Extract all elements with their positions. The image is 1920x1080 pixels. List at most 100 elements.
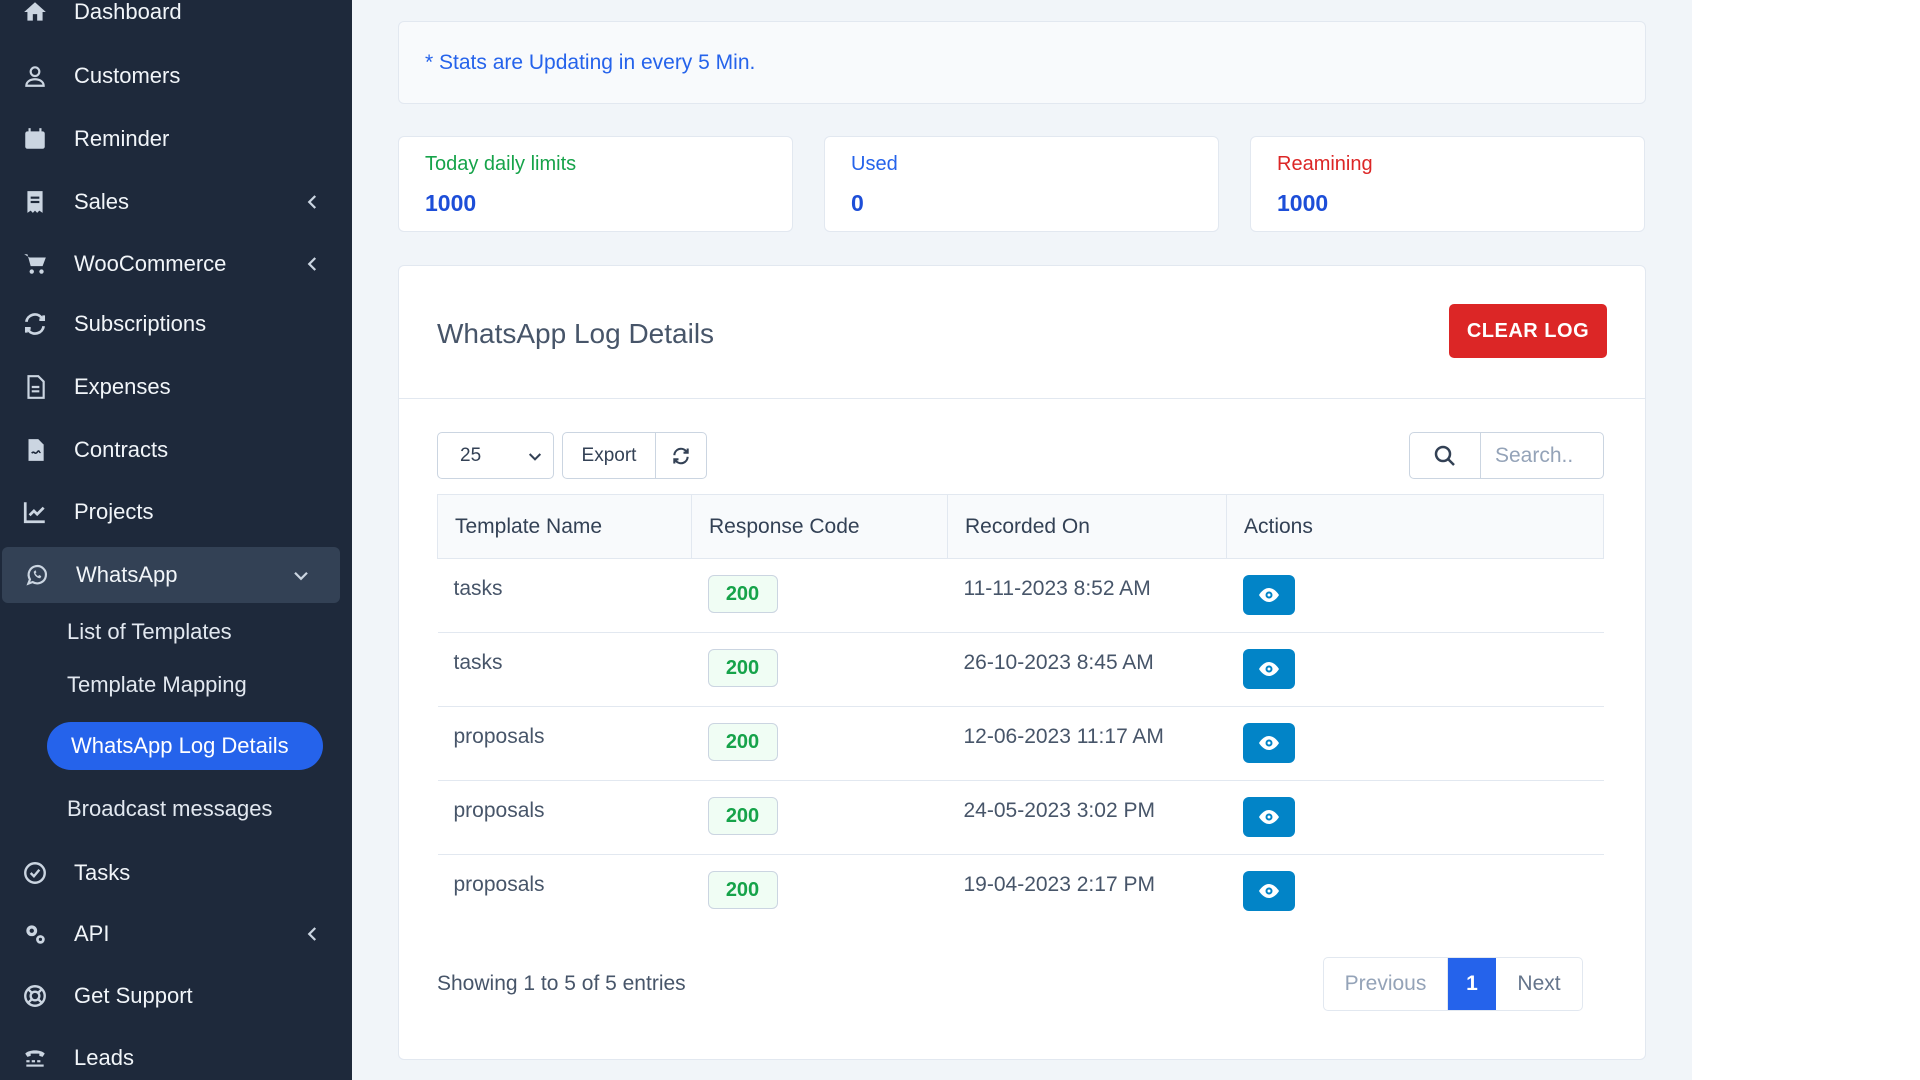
view-button[interactable] — [1242, 649, 1295, 689]
sidebar-item-label: Customers — [74, 63, 181, 88]
table-row: proposals 200 19-04-2023 2:17 PM — [438, 855, 1604, 929]
stats-notice: * Stats are Updating in every 5 Min. — [398, 21, 1646, 104]
actions-cell — [1226, 706, 1604, 781]
sidebar-item-subscriptions[interactable]: Subscriptions — [0, 296, 352, 352]
chevron-down-icon — [528, 453, 542, 461]
cart-icon — [20, 249, 50, 279]
status-badge: 200 — [707, 575, 778, 613]
stat-value: 0 — [851, 190, 864, 216]
status-badge: 200 — [707, 723, 778, 761]
repeat-icon — [20, 309, 50, 339]
response-code-cell: 200 — [691, 780, 948, 855]
sidebar-item-woocommerce[interactable]: WooCommerce — [0, 236, 352, 292]
recorded-on-cell: 24-05-2023 3:02 PM — [947, 780, 1227, 855]
document-icon — [20, 372, 50, 402]
sidebar-item-expenses[interactable]: Expenses — [0, 359, 352, 415]
actions-cell — [1226, 632, 1604, 707]
card-header: WhatsApp Log Details CLEAR LOG — [399, 266, 1645, 399]
stat-label: Today daily limits — [425, 153, 577, 175]
whatsapp-icon — [22, 560, 52, 590]
view-button[interactable] — [1242, 575, 1295, 615]
column-header[interactable]: Recorded On — [947, 494, 1227, 559]
table-header-row: Template Name Response Code Recorded On … — [437, 494, 1604, 559]
response-code-cell: 200 — [691, 706, 948, 781]
sub-item-whatsapp-log-details[interactable]: WhatsApp Log Details — [47, 722, 323, 770]
view-button[interactable] — [1242, 797, 1295, 837]
view-button[interactable] — [1242, 723, 1295, 763]
page-size-select[interactable]: 25 — [437, 432, 554, 479]
next-page-button[interactable]: Next — [1496, 958, 1582, 1010]
response-code-cell: 200 — [691, 632, 948, 707]
sidebar-item-label: Tasks — [74, 860, 131, 885]
sidebar-item-label: Sales — [74, 189, 130, 214]
sidebar-item-label: Subscriptions — [74, 311, 207, 336]
sidebar-item-contracts[interactable]: Contracts — [0, 422, 352, 478]
blank-area — [1692, 0, 1920, 1080]
table-row: tasks 200 26-10-2023 8:45 AM — [437, 632, 1604, 707]
eye-icon — [1258, 884, 1279, 898]
pagination: Previous 1 Next — [1323, 957, 1583, 1011]
contract-icon — [20, 435, 50, 465]
sidebar: Dashboard Customers Reminder Sales WooCo… — [0, 0, 352, 1080]
search-icon[interactable] — [1409, 432, 1481, 479]
sidebar-item-label: API — [74, 921, 110, 946]
sidebar-item-tasks[interactable]: Tasks — [0, 845, 352, 901]
page-number-button[interactable]: 1 — [1448, 958, 1496, 1010]
sub-item-broadcast-messages[interactable]: Broadcast messages — [67, 796, 272, 822]
sidebar-item-leads[interactable]: Leads — [0, 1030, 352, 1080]
column-header[interactable]: Response Code — [691, 494, 948, 559]
sidebar-item-customers[interactable]: Customers — [0, 48, 352, 104]
sub-item-list-of-templates[interactable]: List of Templates — [67, 619, 232, 645]
sidebar-item-label: Expenses — [74, 374, 171, 399]
sidebar-item-api[interactable]: API — [0, 906, 352, 962]
calendar-icon — [20, 124, 50, 154]
sidebar-item-dashboard[interactable]: Dashboard — [0, 0, 352, 40]
stat-card-remaining: Reamining 1000 — [1250, 136, 1645, 232]
user-icon — [20, 61, 50, 91]
chart-icon — [20, 497, 50, 527]
template-name-cell: proposals — [437, 780, 692, 855]
sub-item-template-mapping[interactable]: Template Mapping — [67, 672, 247, 698]
chevron-left-icon — [307, 257, 317, 271]
refresh-button[interactable] — [655, 432, 707, 479]
column-header: Actions — [1226, 494, 1604, 559]
recorded-on-cell: 19-04-2023 2:17 PM — [963, 873, 1155, 896]
template-name-cell: proposals — [453, 873, 545, 896]
previous-page-button[interactable]: Previous — [1324, 958, 1448, 1010]
eye-icon — [1258, 662, 1279, 676]
sidebar-item-projects[interactable]: Projects — [0, 484, 352, 540]
stat-label: Used — [851, 153, 898, 175]
main-content: * Stats are Updating in every 5 Min. Tod… — [352, 0, 1692, 1080]
sidebar-item-sales[interactable]: Sales — [0, 174, 352, 230]
template-name-cell: tasks — [437, 558, 692, 633]
log-card: WhatsApp Log Details CLEAR LOG 25 Export… — [398, 265, 1646, 1060]
table-row: proposals 200 24-05-2023 3:02 PM — [437, 780, 1604, 855]
stat-card-used: Used 0 — [824, 136, 1219, 232]
view-button[interactable] — [1242, 871, 1295, 911]
response-code-cell: 200 — [692, 855, 948, 929]
chevron-left-icon — [307, 927, 317, 941]
actions-cell — [1226, 558, 1604, 633]
entries-info: Showing 1 to 5 of 5 entries — [437, 972, 686, 995]
sidebar-item-label: Reminder — [74, 126, 170, 151]
status-badge: 200 — [707, 871, 778, 909]
sidebar-item-label: WooCommerce — [74, 251, 227, 276]
eye-icon — [1258, 736, 1279, 750]
stat-label: Reamining — [1277, 153, 1373, 175]
response-code-cell: 200 — [691, 558, 948, 633]
sidebar-item-label: Get Support — [74, 983, 193, 1008]
clear-log-button[interactable]: CLEAR LOG — [1449, 304, 1607, 358]
column-header[interactable]: Template Name — [437, 494, 692, 559]
stat-value: 1000 — [425, 190, 477, 216]
sidebar-item-label: Contracts — [74, 437, 169, 462]
sidebar-item-label: Projects — [74, 499, 154, 524]
lifebuoy-icon — [20, 981, 50, 1011]
recorded-on-cell: 26-10-2023 8:45 AM — [947, 632, 1227, 707]
chevron-down-icon — [294, 571, 308, 581]
sidebar-item-get-support[interactable]: Get Support — [0, 968, 352, 1024]
sidebar-item-whatsapp[interactable]: WhatsApp — [2, 547, 340, 603]
sidebar-item-reminder[interactable]: Reminder — [0, 111, 352, 167]
export-button[interactable]: Export — [562, 432, 656, 479]
search-input[interactable] — [1480, 432, 1604, 479]
page-size-value: 25 — [460, 444, 482, 466]
